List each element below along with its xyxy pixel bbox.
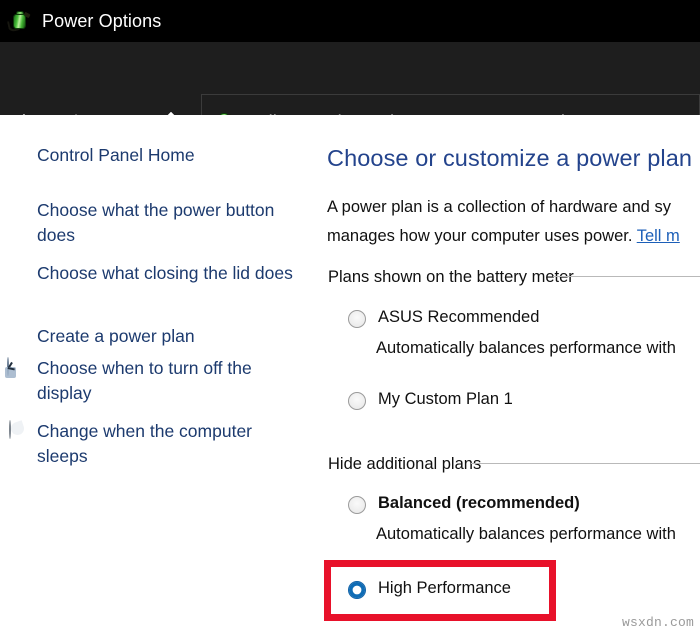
radio-high-performance[interactable] bbox=[348, 581, 366, 599]
battery-plug-icon bbox=[7, 8, 33, 34]
sidebar-item-control-panel-home[interactable]: Control Panel Home bbox=[37, 143, 307, 168]
page-description-line-2: manages how your computer uses power. bbox=[327, 227, 637, 245]
plan-name-high-performance: High Performance bbox=[378, 579, 511, 598]
plan-name-my-custom-plan-1: My Custom Plan 1 bbox=[378, 390, 513, 409]
radio-balanced[interactable] bbox=[348, 496, 366, 514]
plan-description-balanced: Automatically balances performance with bbox=[376, 525, 676, 544]
window-title: Power Options bbox=[42, 11, 161, 32]
tell-me-more-link[interactable]: Tell m bbox=[637, 227, 680, 245]
sidebar: Control Panel Home Choose what the power… bbox=[0, 115, 320, 637]
group-divider bbox=[553, 276, 700, 277]
page-title: Choose or customize a power plan bbox=[327, 145, 692, 172]
sleep-icon bbox=[9, 420, 11, 439]
group-divider bbox=[471, 463, 700, 464]
group-heading-hide-additional-plans[interactable]: Hide additional plans bbox=[328, 455, 481, 474]
main-content: Choose or customize a power plan A power… bbox=[320, 115, 700, 637]
sidebar-item-create-power-plan[interactable]: Create a power plan bbox=[37, 324, 307, 349]
group-heading-battery-meter: Plans shown on the battery meter bbox=[328, 268, 574, 287]
navigation-toolbar: « All Control Panel Items ❯ Power Option… bbox=[0, 42, 700, 115]
clock-icon bbox=[7, 357, 9, 376]
sidebar-item-choose-power-button[interactable]: Choose what the power button does bbox=[37, 198, 307, 248]
page-description: A power plan is a collection of hardware… bbox=[327, 193, 700, 251]
window-title-bar: Power Options bbox=[0, 0, 700, 42]
plan-description-asus-recommended: Automatically balances performance with bbox=[376, 339, 676, 358]
sidebar-item-choose-closing-lid[interactable]: Choose what closing the lid does bbox=[37, 261, 307, 286]
plan-name-balanced: Balanced (recommended) bbox=[378, 494, 580, 513]
plan-name-asus-recommended: ASUS Recommended bbox=[378, 308, 539, 327]
sidebar-item-computer-sleeps[interactable]: Change when the computer sleeps bbox=[37, 419, 307, 469]
radio-asus-recommended[interactable] bbox=[348, 310, 366, 328]
radio-my-custom-plan-1[interactable] bbox=[348, 392, 366, 410]
page-description-line-1: A power plan is a collection of hardware… bbox=[327, 198, 671, 216]
watermark: wsxdn.com bbox=[622, 615, 694, 630]
sidebar-item-turn-off-display[interactable]: Choose when to turn off the display bbox=[37, 356, 307, 406]
